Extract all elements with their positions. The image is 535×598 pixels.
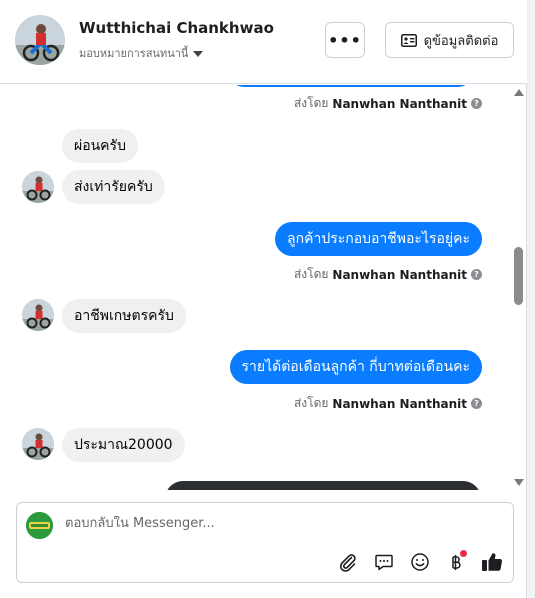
contact-name[interactable]: Wutthichai Chankhwao: [79, 19, 274, 37]
message-bubble-outgoing: ลูกค้าประกอบอาชีพอะไรอยู่คะ: [275, 222, 482, 256]
attach-file-button[interactable]: [336, 550, 360, 574]
thumbs-up-icon: [482, 553, 503, 571]
smiley-icon: [411, 553, 429, 571]
sent-by-label: ส่งโดย Nanwhan Nanthanit ?: [294, 394, 482, 413]
sender-avatar: [22, 428, 54, 460]
sender-avatar: [22, 299, 54, 331]
conversation-header: Wutthichai Chankhwao มอบหมายการสนทนานี้ …: [0, 0, 527, 84]
page-avatar: [26, 512, 53, 539]
chat-bubble-icon: [375, 554, 393, 571]
message-bubble-incoming: ส่งเท่ารัยครับ: [62, 170, 165, 204]
view-contact-label: ดูข้อมูลติดต่อ: [423, 33, 499, 49]
message-bubble-incoming: ประมาณ20000: [62, 428, 185, 462]
assign-label: มอบหมายการสนทนานี้: [79, 47, 189, 60]
message-bubble-partial: [165, 481, 481, 490]
reply-composer: [16, 502, 514, 583]
sent-by-label: ส่งโดย Nanwhan Nanthanit ?: [294, 94, 482, 113]
info-icon[interactable]: ?: [471, 269, 482, 280]
ellipsis-icon: •••: [328, 30, 362, 50]
view-contact-button[interactable]: ดูข้อมูลติดต่อ: [385, 22, 514, 58]
message-bubble-incoming: ผ่อนครับ: [62, 129, 138, 163]
message-thread[interactable]: ส่งโดย Nanwhan Nanthanit ? ผ่อนครับ ส่งเ…: [0, 85, 512, 490]
assign-conversation-dropdown[interactable]: มอบหมายการสนทนานี้: [79, 44, 204, 62]
message-bubble-outgoing-partial: [228, 85, 474, 87]
conversation-panel: Wutthichai Chankhwao มอบหมายการสนทนานี้ …: [0, 0, 527, 598]
info-icon[interactable]: ?: [471, 398, 482, 409]
contact-avatar[interactable]: [15, 15, 65, 65]
payment-button[interactable]: [444, 550, 468, 574]
sent-by-label: ส่งโดย Nanwhan Nanthanit ?: [294, 265, 482, 284]
more-options-button[interactable]: •••: [325, 22, 365, 58]
saved-replies-button[interactable]: [372, 550, 396, 574]
scroll-down-arrow-icon[interactable]: [514, 479, 524, 486]
scrollbar-thumb[interactable]: [514, 247, 523, 305]
paperclip-icon: [340, 554, 356, 572]
message-bubble-outgoing: รายได้ต่อเดือนลูกค้า กี่บาทต่อเดือนคะ: [229, 350, 482, 384]
notification-dot: [460, 550, 467, 557]
message-scrollbar[interactable]: [512, 85, 526, 490]
reply-input[interactable]: [65, 516, 465, 531]
emoji-button[interactable]: [408, 550, 432, 574]
caret-down-icon: [193, 50, 204, 57]
like-button[interactable]: [480, 550, 504, 574]
message-bubble-incoming: อาชีพเกษตรครับ: [62, 299, 186, 333]
sender-avatar: [22, 171, 54, 203]
info-icon[interactable]: ?: [471, 98, 482, 109]
scroll-up-arrow-icon[interactable]: [514, 89, 524, 96]
id-card-icon: [400, 33, 417, 47]
